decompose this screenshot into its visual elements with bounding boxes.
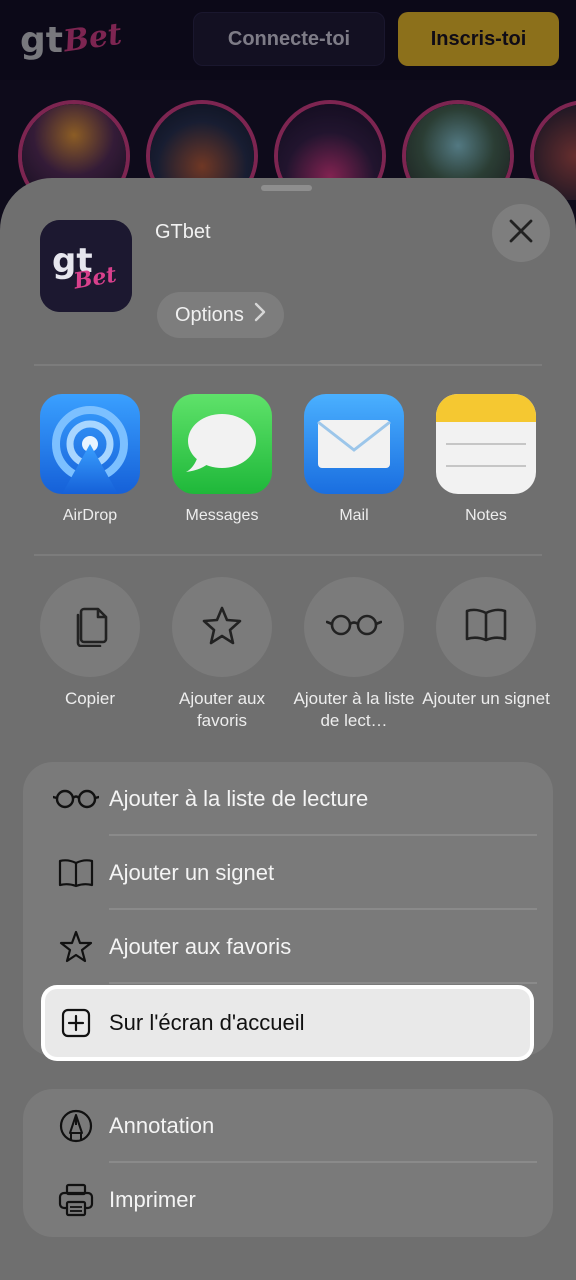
divider bbox=[34, 554, 542, 556]
reading-list-action-label: Ajouter à la liste de lect… bbox=[293, 689, 415, 730]
bookmark-action-button[interactable] bbox=[436, 577, 536, 677]
share-sheet: gt Bet GTbet Options AirDrop Messages Ma… bbox=[0, 178, 576, 1280]
favorites-action-label: Ajouter aux favoris bbox=[179, 689, 265, 730]
book-icon bbox=[464, 607, 508, 648]
mail-icon[interactable] bbox=[304, 394, 404, 494]
sheet-grabber[interactable] bbox=[261, 185, 312, 191]
copy-action-label: Copier bbox=[64, 689, 116, 708]
options-label: Options bbox=[175, 303, 244, 326]
reading-list-action-button[interactable] bbox=[304, 577, 404, 677]
book-icon bbox=[53, 850, 99, 896]
bookmark-action-label: Ajouter un signet bbox=[422, 689, 550, 708]
list-item-favorites[interactable]: Ajouter aux favoris bbox=[23, 910, 553, 984]
list-item-label: Sur l'écran d'accueil bbox=[109, 1010, 305, 1035]
list-item-bookmark[interactable]: Ajouter un signet bbox=[23, 836, 553, 910]
messages-icon[interactable] bbox=[172, 394, 272, 494]
close-button[interactable] bbox=[492, 204, 550, 262]
divider bbox=[34, 364, 542, 366]
close-icon bbox=[508, 218, 534, 249]
list-item-label: Ajouter à la liste de lecture bbox=[109, 786, 369, 811]
airdrop-label: AirDrop bbox=[62, 507, 118, 524]
list-item-label: Annotation bbox=[109, 1113, 215, 1138]
airdrop-icon[interactable] bbox=[40, 394, 140, 494]
shared-app-name: GTbet bbox=[155, 221, 211, 243]
list-item-label: Ajouter un signet bbox=[109, 860, 275, 885]
list-item-label: Imprimer bbox=[109, 1187, 196, 1212]
star-icon bbox=[201, 604, 243, 651]
markup-icon bbox=[53, 1103, 99, 1149]
notes-icon[interactable] bbox=[436, 394, 536, 494]
row-separator bbox=[109, 982, 537, 984]
list-item-reading-list[interactable]: Ajouter à la liste de lecture bbox=[23, 762, 553, 836]
secondary-actions-list-group: Annotation Imprimer bbox=[23, 1089, 553, 1237]
messages-label: Messages bbox=[185, 507, 259, 524]
options-button[interactable]: Options bbox=[157, 292, 284, 338]
copy-icon bbox=[70, 603, 110, 652]
glasses-icon bbox=[53, 776, 99, 822]
app-icon: gt Bet bbox=[40, 220, 132, 312]
notes-label: Notes bbox=[465, 507, 507, 524]
glasses-icon bbox=[325, 612, 383, 643]
mail-label: Mail bbox=[339, 507, 369, 524]
printer-icon bbox=[53, 1177, 99, 1223]
chevron-right-icon bbox=[254, 302, 266, 328]
list-item-print[interactable]: Imprimer bbox=[23, 1163, 553, 1237]
list-item-label: Ajouter aux favoris bbox=[109, 934, 292, 959]
star-icon bbox=[53, 924, 99, 970]
favorites-action-button[interactable] bbox=[172, 577, 272, 677]
list-item-markup[interactable]: Annotation bbox=[23, 1089, 553, 1163]
copy-action-button[interactable] bbox=[40, 577, 140, 677]
add-square-icon bbox=[53, 1000, 99, 1046]
list-item-add-to-home-screen[interactable]: Sur l'écran d'accueil bbox=[45, 989, 530, 1057]
